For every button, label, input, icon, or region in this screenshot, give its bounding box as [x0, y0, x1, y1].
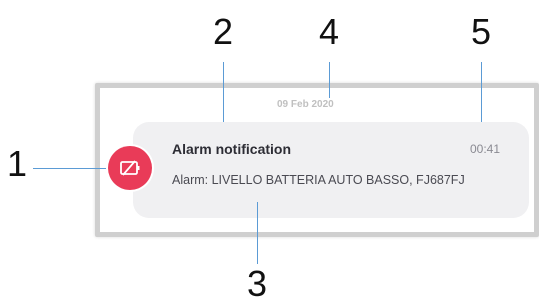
callout-4: 4 [318, 11, 340, 52]
callout-1: 1 [6, 143, 28, 184]
notification-message: Alarm: LIVELLO BATTERIA AUTO BASSO, FJ68… [172, 173, 465, 187]
notification-bubble[interactable] [133, 122, 529, 218]
annotated-diagram: 2 4 5 1 3 09 Feb 2020 Alarm notification… [0, 0, 539, 303]
callout-2: 2 [212, 11, 234, 52]
notification-title: Alarm notification [172, 141, 292, 157]
callout-3: 3 [246, 263, 268, 303]
leader-line-2 [223, 62, 224, 122]
alarm-avatar [108, 146, 152, 190]
notification-time: 00:41 [470, 142, 501, 156]
callout-5: 5 [470, 11, 492, 52]
leader-line-3 [257, 202, 258, 264]
leader-line-5 [481, 62, 482, 122]
leader-line-1 [33, 168, 106, 169]
notification-date: 09 Feb 2020 [277, 99, 334, 110]
battery-off-icon [120, 160, 140, 176]
leader-line-4 [329, 62, 330, 98]
